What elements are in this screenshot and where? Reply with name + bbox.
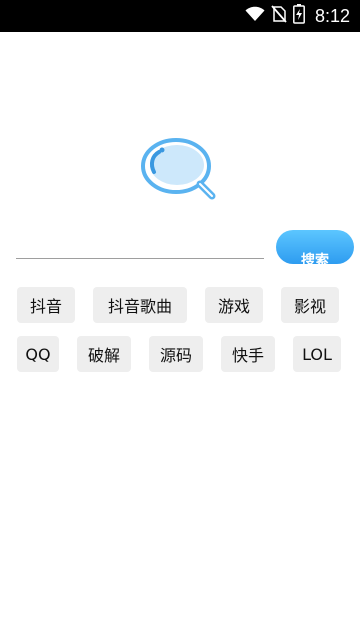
status-time: 8:12 <box>314 5 350 26</box>
tag-item[interactable]: LOL <box>293 336 341 372</box>
tag-item[interactable]: 源码 <box>149 336 203 372</box>
tag-item[interactable]: 影视 <box>281 287 339 323</box>
tag-item[interactable]: QQ <box>17 336 59 372</box>
search-button[interactable]: 搜索 <box>276 230 354 264</box>
tag-item[interactable]: 游戏 <box>205 287 263 323</box>
tag-item[interactable]: 破解 <box>77 336 131 372</box>
wifi-icon <box>245 6 265 26</box>
search-input[interactable] <box>16 234 264 259</box>
status-icons: 8:12 <box>245 0 350 32</box>
search-button-label: 搜索 <box>301 253 329 264</box>
tag-item[interactable]: 抖音 <box>17 287 75 323</box>
no-sim-icon <box>271 5 287 27</box>
status-bar: 8:12 <box>0 0 360 32</box>
tag-item[interactable]: 抖音歌曲 <box>93 287 187 323</box>
battery-charging-icon <box>293 4 305 28</box>
tag-item[interactable]: 快手 <box>221 336 275 372</box>
magnifier-logo-icon <box>140 136 220 206</box>
